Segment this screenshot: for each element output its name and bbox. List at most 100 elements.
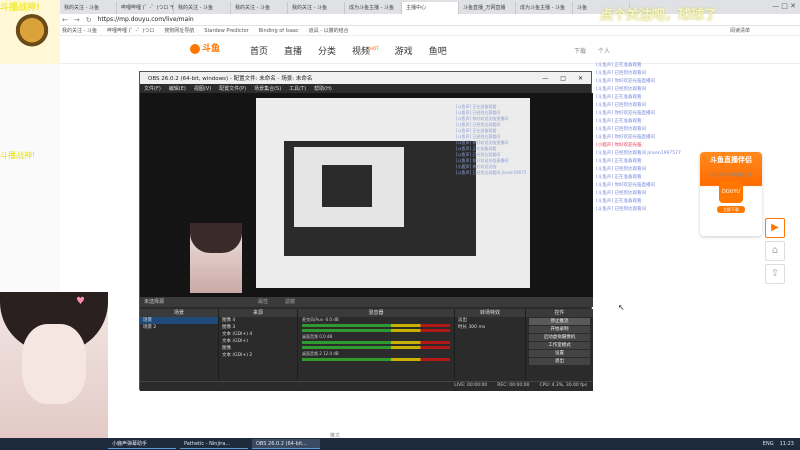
- browser-tab-active[interactable]: 主播中心: [402, 2, 459, 14]
- volume-slider[interactable]: [302, 346, 450, 349]
- browser-tab[interactable]: 我的关注 - 斗鱼: [60, 2, 117, 14]
- download-link[interactable]: 下载: [574, 46, 586, 55]
- bookmark[interactable]: 哔哩哔哩 (゜-゜)つロ: [107, 27, 154, 34]
- bookmark[interactable]: Stardew Predictor: [204, 28, 248, 34]
- volume-slider[interactable]: [302, 329, 450, 332]
- stop-streaming-button[interactable]: 停止推流: [529, 318, 590, 325]
- nested-chat: [斗鱼声] 正在准备观看 [斗鱼声] 已经到达观看间 [斗鱼声] 你好欢迎光临直播间…: [456, 104, 526, 176]
- nav-home[interactable]: 首页: [250, 44, 268, 57]
- transitions-dock-title: 转场特效: [455, 309, 525, 317]
- menu-help[interactable]: 帮助(H): [314, 85, 332, 92]
- user-menu[interactable]: 个人: [598, 46, 610, 55]
- obs-statusbar: LIVE: 00:00:00 REC: 00:00:00 CPU: 4.3%, …: [140, 381, 593, 389]
- browser-tab[interactable]: 我的关注 - 斗鱼: [288, 2, 345, 14]
- bookmark[interactable]: 道具 - 以撒的结合: [309, 27, 349, 34]
- settings-button[interactable]: 设置: [529, 350, 590, 357]
- mascot-icon: [14, 14, 50, 50]
- mixer-channel-label: 桌面音频 2 12.0 dB: [298, 351, 454, 356]
- menu-tools[interactable]: 工具(T): [289, 85, 306, 92]
- play-icon[interactable]: ▶: [765, 218, 785, 238]
- promo-card[interactable]: 斗鱼直播伴侣 最好用的PC端直播工具 DOUYU 立即下载: [700, 152, 762, 236]
- channel-name: 桌面音频: [302, 334, 318, 339]
- studio-mode-button[interactable]: 工作室模式: [529, 342, 590, 349]
- duration-value: 300 ms: [468, 325, 486, 330]
- danmaku-line: [斗鱼声] 正在准备观看: [596, 119, 642, 124]
- transition-select[interactable]: 淡出: [455, 317, 525, 324]
- source-item[interactable]: 图像 3: [219, 324, 297, 331]
- bookmark[interactable]: 搜狗网址导航: [164, 27, 194, 34]
- maximize-icon[interactable]: □: [560, 75, 566, 82]
- system-tray: ENG 11:23: [763, 441, 800, 447]
- transition-duration[interactable]: 时长 300 ms: [455, 324, 525, 331]
- duration-label: 时长: [458, 325, 467, 330]
- taskbar-item[interactable]: Pathetic - Ninjira...: [180, 439, 248, 449]
- source-item[interactable]: 图像 4: [219, 317, 297, 324]
- back-icon[interactable]: ←: [62, 16, 68, 24]
- address-bar[interactable]: https://mp.douyu.com/live/main: [98, 16, 194, 23]
- browser-tab[interactable]: 我的关注 - 斗鱼: [231, 2, 288, 14]
- nested-browser-capture: [斗鱼声] 正在准备观看 [斗鱼声] 已经到达观看间 [斗鱼声] 你好欢迎光临直播间…: [256, 98, 530, 288]
- minimize-icon[interactable]: —: [542, 75, 548, 82]
- window-controls[interactable]: — □ ✕: [772, 2, 796, 10]
- bookmark[interactable]: 我的关注 - 斗鱼: [62, 27, 97, 34]
- nav-games[interactable]: 游戏: [395, 44, 413, 57]
- source-item[interactable]: 文本 (GDI+) 2: [219, 352, 297, 359]
- bookmark[interactable]: Binding of Isaac: [259, 28, 299, 34]
- exit-button[interactable]: 退出: [529, 358, 590, 365]
- source-item[interactable]: 文本 (GDI+): [219, 338, 297, 345]
- mixer-channel-label: 桌面音频 0.0 dB: [298, 334, 454, 339]
- source-item[interactable]: 文本 (GDI+) 4: [219, 331, 297, 338]
- mixer-dock-title: 混音器: [298, 309, 454, 317]
- browser-tab[interactable]: 哔哩哔哩 (゜-゜)つロ 干杯: [117, 2, 174, 14]
- reading-list[interactable]: 阅读清单: [730, 27, 750, 34]
- douyu-logo[interactable]: 斗鱼: [190, 41, 222, 57]
- source-item[interactable]: 图像: [219, 345, 297, 352]
- browser-tab[interactable]: 我的关注 - 斗鱼: [174, 2, 231, 14]
- promo-title: 斗鱼直播伴侣: [710, 156, 752, 164]
- mixer-dock: 混音器 麦克风/Aux -0.0 dB 桌面音频 0.0 dB 桌面音频 2 1…: [298, 309, 454, 391]
- upload-icon[interactable]: ⇪: [765, 264, 785, 284]
- rec-status: REC: 00:00:00: [497, 383, 530, 388]
- promo-subtitle: 最好用的PC端直播工具: [710, 172, 752, 177]
- scene-item[interactable]: 场景 2: [140, 324, 218, 331]
- browser-tab[interactable]: 成为斗鱼主播 - 斗鱼: [345, 2, 402, 14]
- no-source-label: 未选择源: [144, 299, 165, 305]
- browser-tab[interactable]: 斗鱼直播_万网直播: [459, 2, 516, 14]
- reload-icon[interactable]: ↻: [86, 16, 92, 24]
- menu-file[interactable]: 文件(F): [144, 85, 161, 92]
- danmaku-line: [斗鱼声] 正在准备观看: [596, 199, 642, 204]
- channel-name: 桌面音频 2: [302, 351, 322, 356]
- filters-button[interactable]: 滤镜: [285, 297, 295, 307]
- language-indicator[interactable]: ENG: [763, 441, 774, 447]
- menu-edit[interactable]: 编辑(E): [169, 85, 186, 92]
- obs-docks: 场景 场景 场景 2 + − ∧ ∨ 来源 图像 4 图像 3 文本 (GDI+…: [140, 309, 593, 391]
- webcam-face: [22, 324, 86, 404]
- mixer-channel-label: 麦克风/Aux -0.0 dB: [298, 317, 454, 322]
- menu-view[interactable]: 视图(V): [194, 85, 211, 92]
- webcam-overlay: ♥: [0, 292, 108, 450]
- main-nav: 首页 直播 分类 视频HOT 游戏 鱼吧: [250, 44, 447, 57]
- nav-live[interactable]: 直播: [284, 44, 302, 57]
- obs-webcam-source: [190, 223, 242, 293]
- danmaku-line: [斗鱼声] 你好欢迎光临直播间: [596, 111, 655, 116]
- clock[interactable]: 11:23: [780, 441, 794, 447]
- home-icon[interactable]: ⌂: [765, 241, 785, 261]
- promo-download-button[interactable]: 立即下载: [717, 206, 745, 213]
- menu-profile[interactable]: 配置文件(P): [219, 85, 246, 92]
- scene-item[interactable]: 场景: [140, 317, 218, 324]
- close-icon[interactable]: ✕: [578, 75, 583, 82]
- menu-scene-collection[interactable]: 场景集合(S): [254, 85, 281, 92]
- nav-yuba[interactable]: 鱼吧: [429, 44, 447, 57]
- nav-category[interactable]: 分类: [318, 44, 336, 57]
- obs-preview[interactable]: [斗鱼声] 正在准备观看 [斗鱼声] 已经到达观看间 [斗鱼声] 你好欢迎光临直播间…: [140, 93, 593, 297]
- danmaku-line: [斗鱼声] 已经到达观看间: [596, 87, 646, 92]
- browser-tab[interactable]: 成为斗鱼主播 - 斗鱼: [516, 2, 573, 14]
- forward-icon[interactable]: →: [74, 16, 80, 24]
- start-recording-button[interactable]: 开始录制: [529, 326, 590, 333]
- taskbar-item[interactable]: 小鹿声弹幕助手: [108, 439, 176, 449]
- virtual-camera-button[interactable]: 启动虚拟摄像机: [529, 334, 590, 341]
- properties-button[interactable]: 属性: [258, 297, 268, 307]
- scenes-dock-title: 场景: [140, 309, 218, 317]
- taskbar-item-active[interactable]: OBS 26.0.2 (64-bit...: [252, 439, 320, 449]
- nav-video[interactable]: 视频HOT: [352, 44, 379, 57]
